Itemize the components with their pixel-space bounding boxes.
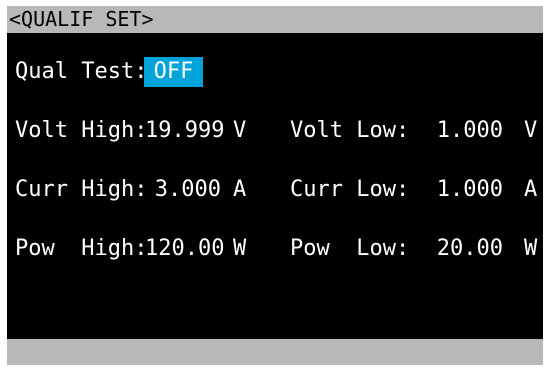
volt-high-value[interactable]: 19.999 bbox=[145, 117, 224, 145]
volt-low-unit: V bbox=[524, 118, 538, 143]
qual-test-toggle[interactable]: OFF bbox=[144, 57, 203, 87]
volt-low-value[interactable]: 1.000 bbox=[427, 117, 503, 145]
pow-high-value[interactable]: 120.00 bbox=[145, 235, 224, 263]
curr-high-label: Curr High: bbox=[15, 177, 148, 202]
volt-low-label: Volt Low: bbox=[290, 118, 410, 143]
volt-high-label: Volt High: bbox=[15, 118, 148, 143]
pow-low-value[interactable]: 20.00 bbox=[427, 235, 503, 263]
instrument-screen: <QUALIF SET> Qual Test: OFF Volt High: 1… bbox=[7, 6, 543, 365]
curr-low-label: Curr Low: bbox=[290, 177, 410, 202]
pow-high-label: Pow High: bbox=[15, 236, 148, 261]
curr-high-unit: A bbox=[233, 177, 247, 202]
curr-low-value[interactable]: 1.000 bbox=[427, 176, 503, 204]
pow-low-label: Pow Low: bbox=[290, 236, 410, 261]
curr-low-unit: A bbox=[524, 177, 538, 202]
qual-test-label: Qual Test: bbox=[15, 59, 148, 84]
pow-low-unit: W bbox=[524, 236, 538, 261]
pow-high-unit: W bbox=[233, 236, 247, 261]
volt-high-unit: V bbox=[233, 118, 247, 143]
page-title: <QUALIF SET> bbox=[7, 6, 543, 33]
curr-high-value[interactable]: 3.000 bbox=[145, 176, 221, 204]
status-bar bbox=[7, 339, 543, 365]
